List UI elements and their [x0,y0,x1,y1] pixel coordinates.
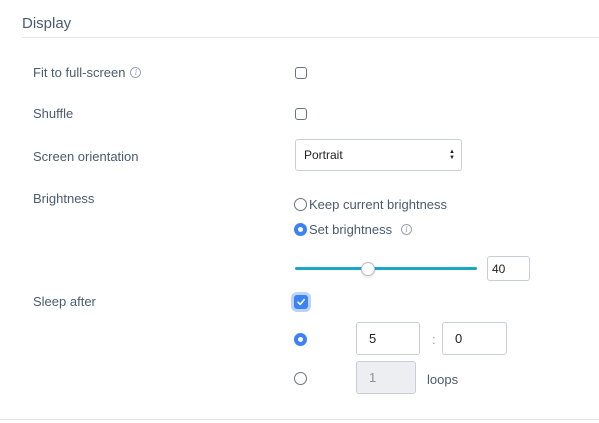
brightness-keep-radio[interactable] [294,198,307,211]
brightness-slider-track[interactable] [295,267,477,270]
brightness-label: Brightness [33,191,95,206]
info-icon[interactable]: i [130,67,142,78]
sleep-minutes-value: 0 [455,331,463,346]
sleep-loops-value: 1 [369,370,377,385]
sleep-loops-input: 1 [356,361,416,394]
sleep-loops-radio[interactable] [294,372,307,385]
sleep-minutes-input[interactable]: 0 [442,322,507,355]
select-updown-icon: ▲ ▼ [449,149,455,161]
shuffle-label: Shuffle [33,106,74,121]
sleep-after-label: Sleep after [33,294,96,309]
fit-fullscreen-label: Fit to full-screen [33,65,126,80]
orientation-select[interactable]: Portrait ▲ ▼ [295,139,462,171]
sleep-after-checkbox[interactable] [294,295,308,309]
section-title: Display [22,15,72,32]
check-icon [297,298,305,306]
time-separator: : [432,332,436,347]
brightness-value: 40 [492,261,506,276]
sleep-time-radio[interactable] [294,333,307,346]
shuffle-checkbox[interactable] [295,108,307,120]
info-icon[interactable]: i [401,224,413,235]
fit-fullscreen-checkbox[interactable] [295,67,307,79]
sleep-hours-value: 5 [369,331,377,346]
loops-label: loops [427,372,459,387]
orientation-label: Screen orientation [33,149,139,164]
orientation-select-value: Portrait [304,148,343,162]
section-divider [22,37,599,38]
fit-fullscreen-row-label: Fit to full-screen i [33,65,142,80]
brightness-keep-label: Keep current brightness [309,197,448,212]
sleep-hours-input[interactable]: 5 [356,322,420,355]
brightness-value-input[interactable]: 40 [487,256,530,281]
brightness-slider-thumb[interactable] [360,262,375,276]
brightness-keep-option[interactable]: Keep current brightness [294,197,447,212]
brightness-set-radio[interactable] [294,223,307,236]
brightness-set-label: Set brightness [309,222,393,237]
brightness-set-option[interactable]: Set brightness i [294,222,413,237]
bottom-divider [0,419,599,420]
